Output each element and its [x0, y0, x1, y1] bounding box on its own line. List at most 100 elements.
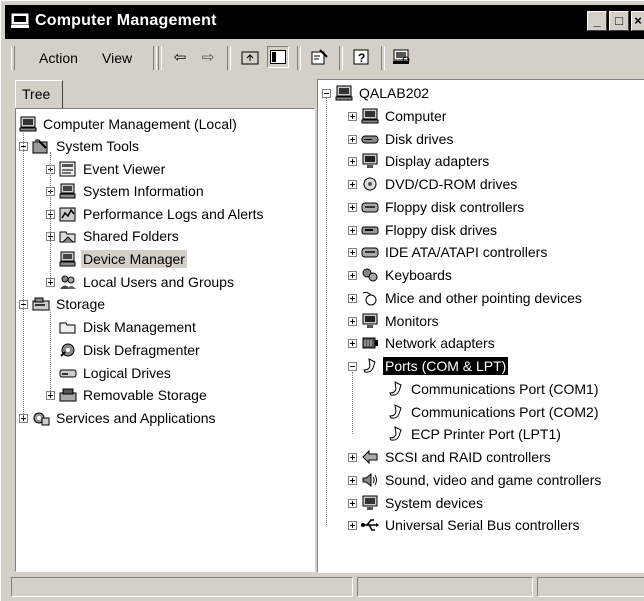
up-one-level-button[interactable]: [239, 46, 261, 68]
tree-item[interactable]: Universal Serial Bus controllers: [348, 515, 582, 535]
expand-icon[interactable]: [348, 225, 357, 235]
tree-item[interactable]: Disk Defragmenter: [46, 340, 202, 360]
forward-arrow-icon: ⇨: [201, 49, 215, 66]
expand-icon[interactable]: [348, 134, 357, 144]
expand-icon[interactable]: [348, 111, 357, 121]
window-controls: _ □ ×: [587, 11, 644, 31]
tree-item[interactable]: IDE ATA/ATAPI controllers: [348, 242, 549, 262]
expand-icon[interactable]: [348, 293, 357, 303]
expand-icon[interactable]: [348, 156, 357, 166]
tree-item[interactable]: Performance Logs and Alerts: [46, 204, 266, 224]
status-panel: [11, 577, 353, 597]
expand-icon[interactable]: [348, 452, 357, 462]
scsi-icon: [361, 449, 379, 465]
controller-icon: [361, 244, 379, 260]
menu-action[interactable]: Action: [39, 50, 78, 66]
expand-icon[interactable]: [348, 475, 357, 485]
tree-item[interactable]: System Tools: [19, 136, 141, 156]
close-button[interactable]: ×: [631, 11, 644, 31]
menu-view[interactable]: View: [102, 50, 132, 66]
tree-item[interactable]: Storage: [19, 294, 107, 314]
tree-item[interactable]: System Information: [46, 181, 206, 201]
tree-item[interactable]: Computer Management (Local): [19, 114, 239, 134]
tree-item[interactable]: SCSI and RAID controllers: [348, 447, 553, 467]
expand-icon[interactable]: [348, 179, 357, 189]
tree-item[interactable]: Floppy disk drives: [348, 220, 499, 240]
window-title: Computer Management: [35, 12, 217, 29]
controller-icon: [361, 199, 379, 215]
system-tools-icon: [32, 138, 50, 154]
collapse-icon[interactable]: [348, 361, 357, 371]
tree-item[interactable]: Mice and other pointing devices: [348, 288, 584, 308]
scan-hardware-icon: [393, 49, 410, 64]
keyboard-icon: [361, 267, 379, 283]
expand-icon[interactable]: [348, 202, 357, 212]
collapse-icon[interactable]: [322, 88, 331, 98]
toolbar-separator: [227, 46, 231, 70]
title-bar[interactable]: Computer Management _ □ ×: [5, 5, 644, 39]
expand-icon[interactable]: [348, 270, 357, 280]
tree-item[interactable]: Computer: [348, 106, 448, 126]
back-arrow-icon: ⇦: [173, 49, 187, 66]
tree-item[interactable]: Ports (COM & LPT): [348, 356, 509, 376]
maximize-button[interactable]: □: [609, 11, 629, 31]
minimize-button[interactable]: _: [587, 11, 607, 31]
computer-management-app-icon: [11, 13, 29, 29]
help-button[interactable]: ?: [351, 46, 373, 68]
back-button[interactable]: ⇦: [169, 46, 191, 68]
tree-item[interactable]: QALAB202: [322, 83, 431, 103]
menu-view-label: View: [102, 50, 133, 66]
tree-item[interactable]: Device Manager: [46, 249, 187, 269]
tree-item[interactable]: Event Viewer: [46, 159, 167, 179]
tree-item-label: Performance Logs and Alerts: [83, 206, 264, 222]
tree-item[interactable]: Shared Folders: [46, 226, 181, 246]
expand-icon[interactable]: [348, 247, 357, 257]
local-users-icon: [59, 274, 77, 290]
tree-item[interactable]: Keyboards: [348, 265, 454, 285]
expand-icon[interactable]: [348, 498, 357, 508]
tree-item-label: Storage: [56, 296, 106, 312]
forward-button[interactable]: ⇨: [197, 46, 219, 68]
tab-tree[interactable]: Tree: [15, 80, 63, 110]
tree-item-label: Local Users and Groups: [83, 274, 234, 290]
status-panel: [537, 577, 644, 597]
tree-item[interactable]: Sound, video and game controllers: [348, 470, 603, 490]
show-hide-tree-button[interactable]: [267, 46, 289, 68]
tree-item[interactable]: Monitors: [348, 311, 441, 331]
tree-item-label: Floppy disk drives: [385, 222, 498, 238]
tree-item[interactable]: DVD/CD-ROM drives: [348, 174, 519, 194]
tree-item[interactable]: Logical Drives: [46, 363, 173, 383]
tree-item[interactable]: Local Users and Groups: [46, 272, 236, 292]
tree-item[interactable]: Disk drives: [348, 129, 455, 149]
scan-hardware-button[interactable]: [391, 46, 413, 68]
tree-item[interactable]: Display adapters: [348, 151, 491, 171]
usb-icon: [361, 517, 379, 533]
port-icon: [387, 381, 405, 397]
tree-item[interactable]: Disk Management: [46, 317, 198, 337]
tree-item-label: Removable Storage: [83, 387, 207, 403]
sound-icon: [361, 472, 379, 488]
properties-button[interactable]: [309, 46, 331, 68]
expand-icon[interactable]: [348, 520, 357, 530]
event-viewer-icon: [59, 161, 77, 177]
monitor-icon: [361, 313, 379, 329]
device-tree[interactable]: QALAB202 Computer Disk drives Display adapt…: [317, 79, 644, 573]
tree-item[interactable]: Services and Applications: [19, 408, 218, 428]
tree-item-label: System Tools: [56, 138, 139, 154]
tree-item[interactable]: Communications Port (COM1): [374, 379, 601, 399]
tree-item[interactable]: Communications Port (COM2): [374, 402, 601, 422]
tree-item[interactable]: ECP Printer Port (LPT1): [374, 424, 563, 444]
console-tree[interactable]: Computer Management (Local) System Tools E…: [15, 108, 315, 572]
toolbar-separator: [297, 46, 301, 70]
tree-item[interactable]: System devices: [348, 493, 485, 513]
tree-item[interactable]: Floppy disk controllers: [348, 197, 526, 217]
toolbar-grip: [11, 46, 15, 70]
tree-item[interactable]: Network adapters: [348, 333, 497, 353]
tree-item[interactable]: Removable Storage: [46, 385, 209, 405]
toolbar-separator: [153, 46, 157, 70]
properties-icon: [311, 49, 328, 65]
expand-icon[interactable]: [348, 316, 357, 326]
tree-item-label: Computer Management (Local): [43, 116, 237, 132]
expand-icon[interactable]: [348, 338, 357, 348]
disk-drive-icon: [361, 131, 379, 147]
